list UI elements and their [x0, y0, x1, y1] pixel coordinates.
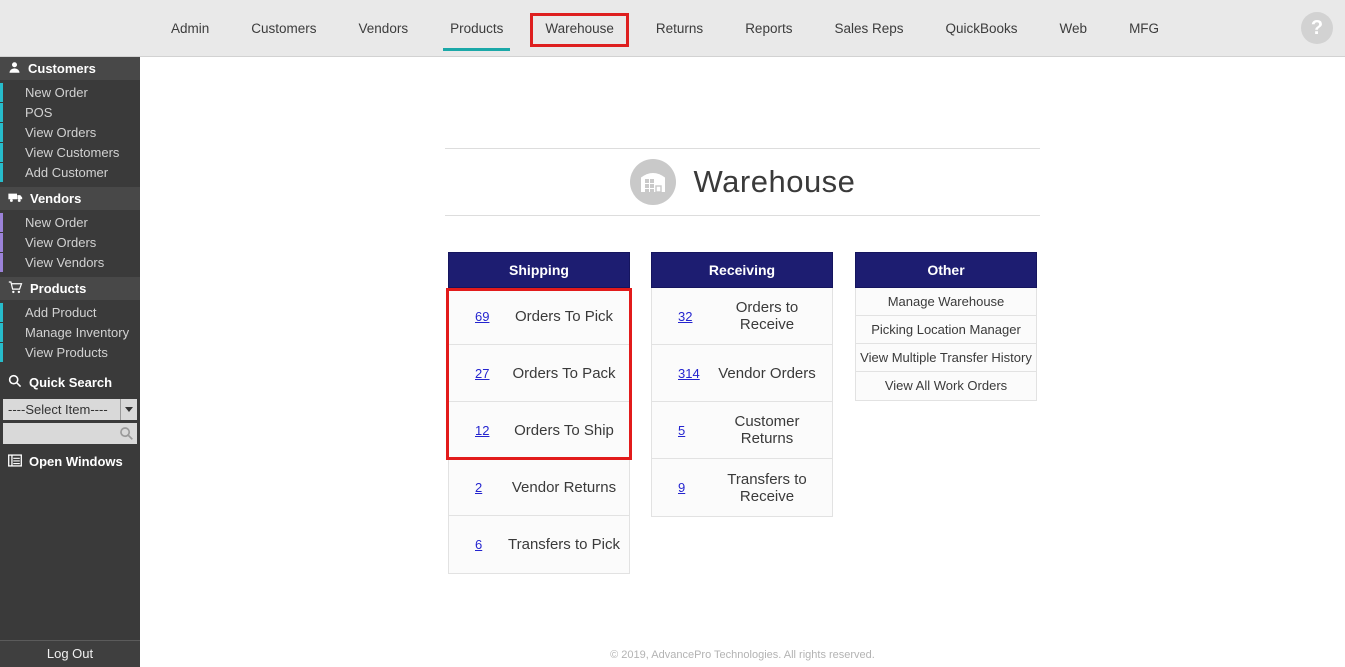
- nav-tab-products[interactable]: Products: [429, 0, 524, 57]
- receiving-rows: 32 Orders to Receive 314 Vendor Orders 5…: [651, 288, 833, 517]
- sidebar-section-open-windows[interactable]: Open Windows: [0, 450, 140, 473]
- row-label: Vendor Orders: [708, 365, 832, 382]
- person-icon: [8, 61, 21, 77]
- nav-tab-mfg[interactable]: MFG: [1108, 0, 1180, 57]
- section-title: Products: [30, 281, 86, 296]
- copyright-footer: © 2019, AdvancePro Technologies. All rig…: [140, 649, 1345, 661]
- other-header: Other: [855, 252, 1037, 288]
- other-rows: Manage Warehouse Picking Location Manage…: [855, 288, 1037, 401]
- count-link[interactable]: 12: [475, 423, 505, 438]
- sidebar-item-add-product[interactable]: Add Product: [0, 303, 140, 322]
- nav-tab-sales-reps[interactable]: Sales Reps: [813, 0, 924, 57]
- count-link[interactable]: 5: [678, 423, 708, 438]
- nav-tab-web[interactable]: Web: [1039, 0, 1109, 57]
- shipping-column: Shipping 69 Orders To Pick 27 Orders To …: [448, 252, 630, 574]
- shipping-header: Shipping: [448, 252, 630, 288]
- sidebar-item-pos[interactable]: POS: [0, 103, 140, 122]
- shipping-rows: 69 Orders To Pick 27 Orders To Pack 12 O…: [448, 288, 630, 574]
- page-title: Warehouse: [694, 164, 856, 200]
- sidebar-item-view-customers[interactable]: View Customers: [0, 143, 140, 162]
- nav-tab-returns[interactable]: Returns: [635, 0, 724, 57]
- row-label: Transfers to Pick: [505, 536, 629, 553]
- row-orders-to-pack[interactable]: 27 Orders To Pack: [449, 345, 629, 402]
- item-select-dropdown[interactable]: ----Select Item----: [3, 399, 137, 420]
- nav-tab-vendors[interactable]: Vendors: [338, 0, 430, 57]
- link-view-multiple-transfer-history[interactable]: View Multiple Transfer History: [856, 344, 1036, 372]
- receiving-header: Receiving: [651, 252, 833, 288]
- page-title-band: Warehouse: [445, 148, 1040, 216]
- count-link[interactable]: 6: [475, 537, 505, 552]
- receiving-column: Receiving 32 Orders to Receive 314 Vendo…: [651, 252, 833, 517]
- count-link[interactable]: 69: [475, 309, 505, 324]
- search-input[interactable]: [3, 423, 137, 444]
- selected-item-value: ----Select Item----: [3, 402, 120, 417]
- row-label: Orders To Ship: [505, 422, 629, 439]
- count-link[interactable]: 2: [475, 480, 505, 495]
- row-vendor-orders[interactable]: 314 Vendor Orders: [652, 345, 832, 402]
- help-icon[interactable]: ?: [1301, 12, 1333, 44]
- open-windows-icon: [8, 454, 22, 470]
- row-orders-to-ship[interactable]: 12 Orders To Ship: [449, 402, 629, 459]
- sidebar-section-vendors: Vendors: [0, 187, 140, 210]
- top-header: Admin Customers Vendors Products Warehou…: [0, 0, 1345, 57]
- link-manage-warehouse[interactable]: Manage Warehouse: [856, 288, 1036, 316]
- sidebar-item-vendor-view-orders[interactable]: View Orders: [0, 233, 140, 252]
- count-link[interactable]: 314: [678, 366, 708, 381]
- sidebar-section-products: Products: [0, 277, 140, 300]
- row-transfers-to-receive[interactable]: 9 Transfers to Receive: [652, 459, 832, 516]
- sidebar-item-view-vendors[interactable]: View Vendors: [0, 253, 140, 272]
- logout-button[interactable]: Log Out: [0, 640, 140, 667]
- warehouse-icon: [630, 159, 676, 205]
- row-orders-to-pick[interactable]: 69 Orders To Pick: [449, 288, 629, 345]
- nav-tab-warehouse[interactable]: Warehouse: [524, 0, 635, 57]
- sidebar-item-new-order[interactable]: New Order: [0, 83, 140, 102]
- row-customer-returns[interactable]: 5 Customer Returns: [652, 402, 832, 459]
- products-menu: Add Product Manage Inventory View Produc…: [0, 300, 140, 367]
- link-picking-location-manager[interactable]: Picking Location Manager: [856, 316, 1036, 344]
- row-label: Vendor Returns: [505, 479, 629, 496]
- truck-icon: [8, 191, 23, 206]
- count-link[interactable]: 32: [678, 309, 708, 324]
- row-label: Orders To Pack: [505, 365, 629, 382]
- sidebar-item-add-customer[interactable]: Add Customer: [0, 163, 140, 182]
- sidebar-item-vendor-new-order[interactable]: New Order: [0, 213, 140, 232]
- chevron-down-icon: [120, 399, 137, 420]
- nav-tab-quickbooks[interactable]: QuickBooks: [925, 0, 1039, 57]
- main-content: Warehouse Shipping 69 Orders To Pick 27 …: [140, 57, 1345, 667]
- cart-icon: [8, 281, 23, 297]
- main-nav: Admin Customers Vendors Products Warehou…: [150, 0, 1180, 57]
- sidebar-item-view-products[interactable]: View Products: [0, 343, 140, 362]
- row-label: Customer Returns: [708, 413, 832, 447]
- row-transfers-to-pick[interactable]: 6 Transfers to Pick: [449, 516, 629, 573]
- count-link[interactable]: 9: [678, 480, 708, 495]
- sidebar-item-view-orders[interactable]: View Orders: [0, 123, 140, 142]
- row-vendor-returns[interactable]: 2 Vendor Returns: [449, 459, 629, 516]
- sidebar-section-quick-search: Quick Search: [0, 371, 140, 394]
- section-title: Open Windows: [29, 454, 123, 469]
- nav-tab-reports[interactable]: Reports: [724, 0, 813, 57]
- vendors-menu: New Order View Orders View Vendors: [0, 210, 140, 277]
- quick-search-box: [3, 423, 137, 444]
- row-label: Orders to Receive: [708, 299, 832, 333]
- other-column: Other Manage Warehouse Picking Location …: [855, 252, 1037, 401]
- section-title: Quick Search: [29, 375, 112, 390]
- section-title: Vendors: [30, 191, 81, 206]
- nav-tab-customers[interactable]: Customers: [230, 0, 337, 57]
- sidebar-section-customers: Customers: [0, 57, 140, 80]
- sidebar: Customers New Order POS View Orders View…: [0, 57, 140, 667]
- link-view-all-work-orders[interactable]: View All Work Orders: [856, 372, 1036, 400]
- row-label: Orders To Pick: [505, 308, 629, 325]
- search-icon: [8, 374, 22, 391]
- section-title: Customers: [28, 61, 96, 76]
- nav-tab-admin[interactable]: Admin: [150, 0, 230, 57]
- customers-menu: New Order POS View Orders View Customers…: [0, 80, 140, 187]
- row-label: Transfers to Receive: [708, 471, 832, 505]
- count-link[interactable]: 27: [475, 366, 505, 381]
- row-orders-to-receive[interactable]: 32 Orders to Receive: [652, 288, 832, 345]
- sidebar-item-manage-inventory[interactable]: Manage Inventory: [0, 323, 140, 342]
